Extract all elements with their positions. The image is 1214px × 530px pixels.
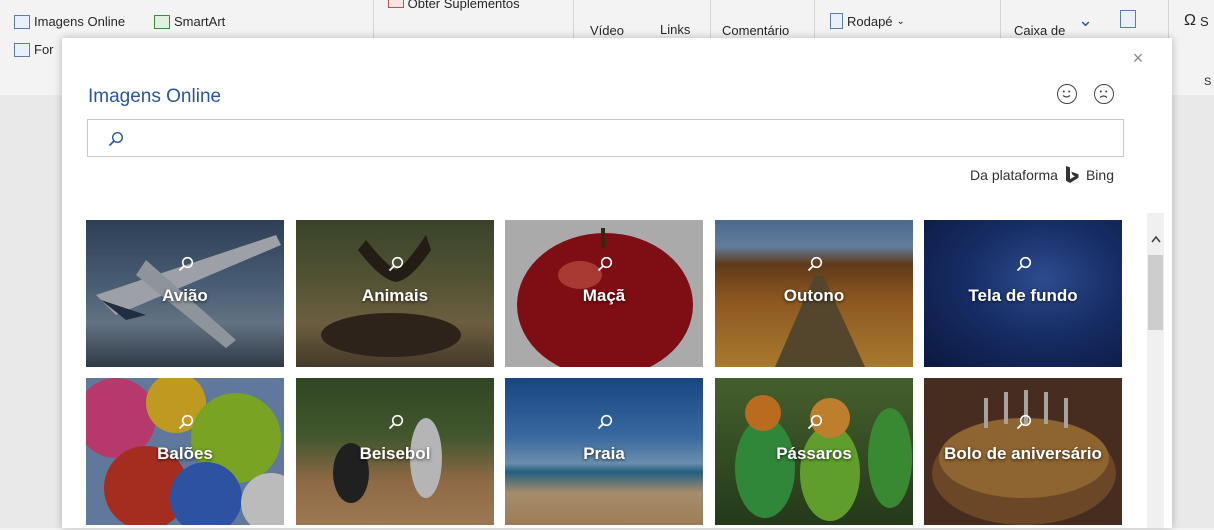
close-icon[interactable]: ×: [1128, 48, 1148, 68]
online-images-icon: [14, 14, 30, 29]
group-label: S: [1204, 76, 1212, 88]
image-category-grid: Avião Animais Maçã Outono Tela de fundo …: [86, 220, 1136, 530]
omega-icon: Ω: [1184, 12, 1196, 29]
magnifier-icon: [178, 256, 194, 272]
category-tile-beach[interactable]: Praia: [505, 378, 703, 525]
smile-icon[interactable]: [1057, 84, 1077, 104]
bing-label: Bing: [1085, 167, 1114, 183]
magnifier-icon: [597, 414, 613, 430]
symbol-ribbon-label: S: [1199, 13, 1209, 29]
frown-icon[interactable]: [1094, 84, 1114, 104]
smartart-ribbon-button[interactable]: SmartArt: [154, 14, 225, 29]
store-icon: [388, 0, 404, 8]
links-ribbon-label: Links: [660, 22, 691, 37]
signature-ribbon-button[interactable]: ⌄: [1078, 10, 1093, 31]
document-margin-left: [0, 95, 62, 528]
tile-label: Beisebol: [359, 444, 431, 463]
tile-label: Bolo de aniversário: [944, 444, 1102, 463]
forms-ribbon-button[interactable]: For: [14, 42, 62, 57]
online-images-ribbon-button[interactable]: Imagens Online: [14, 14, 125, 29]
bing-logo-icon: [1065, 166, 1079, 183]
bing-attribution: Da plataforma Bing: [970, 166, 1114, 184]
magnifier-icon: [388, 414, 404, 430]
date-ribbon-button[interactable]: [1120, 10, 1136, 28]
category-tile-birthday-cake[interactable]: Bolo de aniversário: [924, 378, 1122, 525]
comment-ribbon-button[interactable]: Comentário: [722, 23, 810, 38]
calendar-icon: [1120, 10, 1136, 28]
forms-ribbon-label: For: [34, 42, 54, 57]
magnifier-icon: [597, 256, 613, 272]
category-tile-background[interactable]: Tela de fundo: [924, 220, 1122, 367]
get-addins-ribbon-button[interactable]: Obter Suplementos: [388, 0, 548, 11]
tile-label: Tela de fundo: [968, 286, 1078, 305]
tile-label: Animais: [361, 286, 429, 305]
online-images-ribbon-label: Imagens Online: [34, 14, 126, 29]
category-tile-baseball[interactable]: Beisebol: [296, 378, 494, 525]
document-margin-right: [1172, 95, 1214, 528]
footer-ribbon-button[interactable]: Rodapé ⌄: [830, 13, 905, 29]
search-icon: [108, 131, 124, 147]
get-addins-ribbon-label: Obter Suplementos: [407, 0, 520, 11]
tile-label: Maçã: [582, 286, 626, 305]
smartart-icon: [154, 14, 170, 29]
smartart-ribbon-label: SmartArt: [174, 14, 226, 29]
signature-icon: ⌄: [1078, 10, 1094, 30]
magnifier-icon: [807, 414, 823, 430]
comment-ribbon-label: Comentário: [722, 23, 790, 38]
tile-label: Pássaros: [776, 444, 852, 463]
forms-icon: [14, 42, 30, 57]
dialog-title: Imagens Online: [88, 86, 222, 107]
search-box[interactable]: [87, 119, 1124, 157]
video-ribbon-button[interactable]: Vídeo: [590, 23, 634, 38]
footer-icon: [830, 13, 843, 29]
category-tile-balloons[interactable]: Balões: [86, 378, 284, 525]
tile-label: Avião: [162, 286, 208, 305]
tile-label: Praia: [583, 444, 625, 463]
textbox-ribbon-button[interactable]: Caixa de: [1014, 23, 1074, 38]
platform-label: Da plataforma: [970, 167, 1058, 183]
magnifier-icon: [807, 256, 823, 272]
footer-ribbon-label: Rodapé: [847, 13, 893, 29]
category-tile-animals[interactable]: Animais: [296, 220, 494, 367]
tile-label: Balões: [157, 444, 213, 463]
symbol-ribbon-button[interactable]: Ω S: [1184, 12, 1209, 30]
chevron-up-icon[interactable]: [1147, 233, 1164, 247]
links-ribbon-button[interactable]: Links: [660, 22, 700, 37]
tile-label: Outono: [783, 286, 845, 305]
scroll-thumb[interactable]: [1148, 255, 1163, 330]
category-tile-apple[interactable]: Maçã: [505, 220, 703, 367]
chevron-down-icon: ⌄: [896, 15, 905, 27]
online-pictures-dialog: × Imagens Online Da plataforma Bing Aviã…: [62, 38, 1172, 528]
video-ribbon-label: Vídeo: [590, 23, 624, 38]
category-tile-birds[interactable]: Pássaros: [715, 378, 913, 525]
category-tile-airplane[interactable]: Avião: [86, 220, 284, 367]
magnifier-icon: [1016, 256, 1032, 272]
magnifier-icon: [388, 256, 404, 272]
search-input[interactable]: [132, 126, 1116, 152]
magnifier-icon: [1016, 414, 1032, 430]
magnifier-icon: [178, 414, 194, 430]
category-tile-autumn[interactable]: Outono: [715, 220, 913, 367]
vertical-scrollbar[interactable]: [1147, 213, 1164, 528]
textbox-ribbon-label: Caixa de: [1014, 23, 1066, 38]
